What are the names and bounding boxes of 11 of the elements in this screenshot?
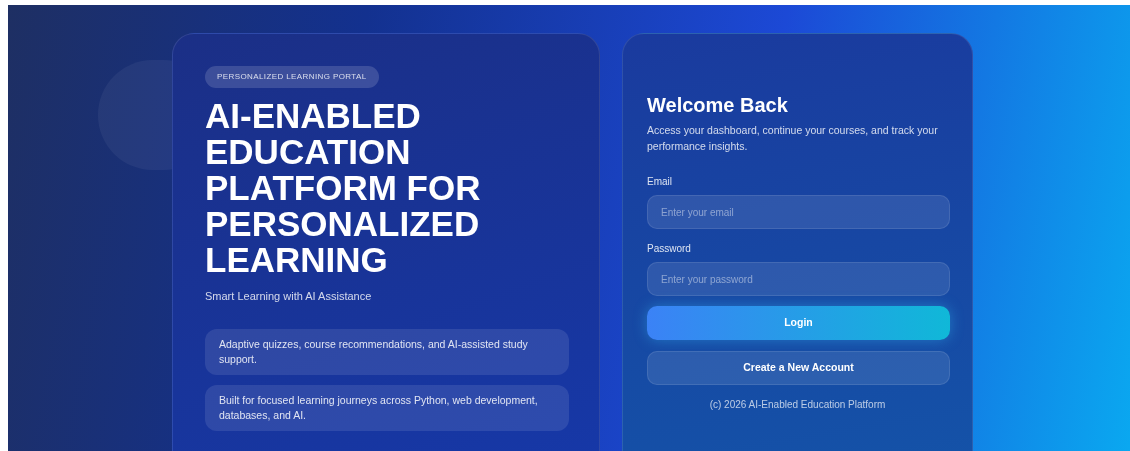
- field-label: Password: [647, 242, 692, 256]
- portal-badge: PERSONALIZED LEARNING PORTAL: [205, 66, 379, 88]
- login-title: Welcome Back: [647, 93, 789, 118]
- copyright-text: (c) 2026 AI-Enabled Education Platform: [708, 398, 887, 412]
- create-account-button[interactable]: Create a New Account: [647, 351, 950, 385]
- feature-card: Built for focused learning journeys across Python, web development, databases, and AI.: [205, 384, 569, 431]
- login-description: Access your dashboard, continue your courses, and track your performance insights.: [647, 123, 939, 154]
- hero-subtitle: Smart Learning with AI Assistance: [205, 289, 373, 304]
- field-label: Email: [647, 175, 673, 189]
- hero-title: AI-ENABLED EDUCATION PLATFORM FOR PERSONALIZED LEARNING: [205, 98, 482, 278]
- feature-card: Adaptive quizzes, course recommendations, and AI-assisted study support.: [205, 328, 569, 375]
